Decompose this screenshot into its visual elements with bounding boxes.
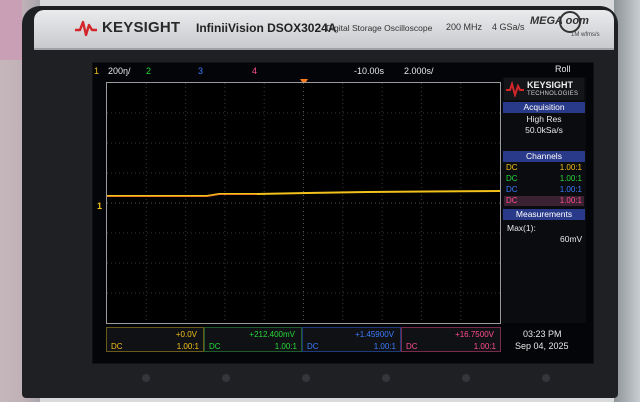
channel-4-box-probe: 1.00:1 <box>473 342 496 351</box>
channel-1-coupling: DC <box>506 163 518 172</box>
instrument-subtitle: Digital Storage Oscilloscope <box>326 23 433 33</box>
measurement-value: 60mV <box>560 234 583 244</box>
channel-3-offset: +1.45900V <box>355 330 394 339</box>
softkey-1[interactable] <box>142 374 150 382</box>
softkey-5[interactable] <box>462 374 470 382</box>
keysight-logo-sub: TECHNOLOGIES <box>527 91 579 97</box>
channel-1-box[interactable]: +0.0V DC 1.00:1 <box>106 327 204 352</box>
softkey-6[interactable] <box>542 374 550 382</box>
channel-4-coupling: DC <box>506 196 518 205</box>
channel-2-box-probe: 1.00:1 <box>274 342 297 351</box>
channel-1-box-probe: 1.00:1 <box>176 342 199 351</box>
channel-4-ratio: 1.00:1 <box>559 196 582 205</box>
bandwidth-label: 200 MHz <box>446 22 483 32</box>
channel-2-box[interactable]: +212.400mV DC 1.00:1 <box>204 327 302 352</box>
channel-4-box[interactable]: +16.7500V DC 1.00:1 <box>401 327 501 352</box>
keysight-wave-logo-icon <box>75 20 97 37</box>
channels-header[interactable]: Channels <box>503 151 585 162</box>
model-name: InfiniiVision DSOX3024A <box>196 21 337 35</box>
acquisition-rate: 50.0kSa/s <box>525 125 563 135</box>
channel-3-box-probe: 1.00:1 <box>373 342 396 351</box>
ch4-number[interactable]: 4 <box>252 66 257 76</box>
graticule-svg <box>107 83 500 323</box>
keysight-logo-icon <box>506 81 524 97</box>
channel-2-ratio: 1.00:1 <box>559 174 582 183</box>
status-bar: 1 200ŋ/ 2 3 4 -10.00s 2.000s/ <box>94 64 494 80</box>
ch1-number[interactable]: 1 <box>94 66 99 76</box>
softkey-row <box>92 364 592 388</box>
channel-row-3[interactable]: DC 1.00:1 <box>504 185 584 195</box>
channel-row-1[interactable]: DC 1.00:1 <box>504 163 584 173</box>
measurements-header[interactable]: Measurements <box>503 209 585 220</box>
channel-3-box[interactable]: +1.45900V DC 1.00:1 <box>302 327 401 352</box>
clock-time: 03:23 PM <box>523 329 562 339</box>
ch1-ground-marker: 1 <box>97 201 103 211</box>
time-offset[interactable]: -10.00s <box>354 66 384 76</box>
channel-4-box-coupling: DC <box>406 342 418 351</box>
waveform-graticule <box>106 82 501 324</box>
acquisition-header[interactable]: Acquisition <box>503 102 585 113</box>
sample-rate-label: 4 GSa/s <box>492 22 525 32</box>
time-scale[interactable]: 2.000s/ <box>404 66 434 76</box>
softkey-2[interactable] <box>222 374 230 382</box>
measurement-name: Max(1): <box>507 223 536 233</box>
channel-1-box-coupling: DC <box>111 342 123 351</box>
acquisition-mode: High Res <box>526 114 562 124</box>
channel-2-box-coupling: DC <box>209 342 221 351</box>
ch1-vertical-scale[interactable]: 200ŋ/ <box>108 66 131 76</box>
keysight-logo-name: KEYSIGHT <box>527 80 574 90</box>
channel-3-coupling: DC <box>506 185 518 194</box>
channel-3-box-coupling: DC <box>307 342 319 351</box>
channel-1-ratio: 1.00:1 <box>559 163 582 172</box>
channel-row-2[interactable]: DC 1.00:1 <box>504 174 584 184</box>
channel-3-ratio: 1.00:1 <box>559 185 582 194</box>
channel-2-coupling: DC <box>506 174 518 183</box>
brand-name: KEYSIGHT <box>102 19 181 36</box>
clock-date: Sep 04, 2025 <box>515 341 569 351</box>
background-object <box>0 0 22 60</box>
softkey-4[interactable] <box>382 374 390 382</box>
channel-info-bar: +0.0V DC 1.00:1 +212.400mV DC 1.00:1 +1.… <box>106 327 501 353</box>
channel-4-offset: +16.7500V <box>455 330 494 339</box>
megazoom-label: MEGA oom <box>530 15 589 27</box>
softkey-3[interactable] <box>302 374 310 382</box>
acquisition-mode-roll: Roll <box>555 64 571 74</box>
channel-1-offset: +0.0V <box>175 330 197 339</box>
ch2-number[interactable]: 2 <box>146 66 151 76</box>
channel-2-offset: +212.400mV <box>249 330 295 339</box>
channel-row-4[interactable]: DC 1.00:1 <box>504 196 584 206</box>
megazoom-sub: 1M wfms/s <box>571 32 600 38</box>
ch3-number[interactable]: 3 <box>198 66 203 76</box>
